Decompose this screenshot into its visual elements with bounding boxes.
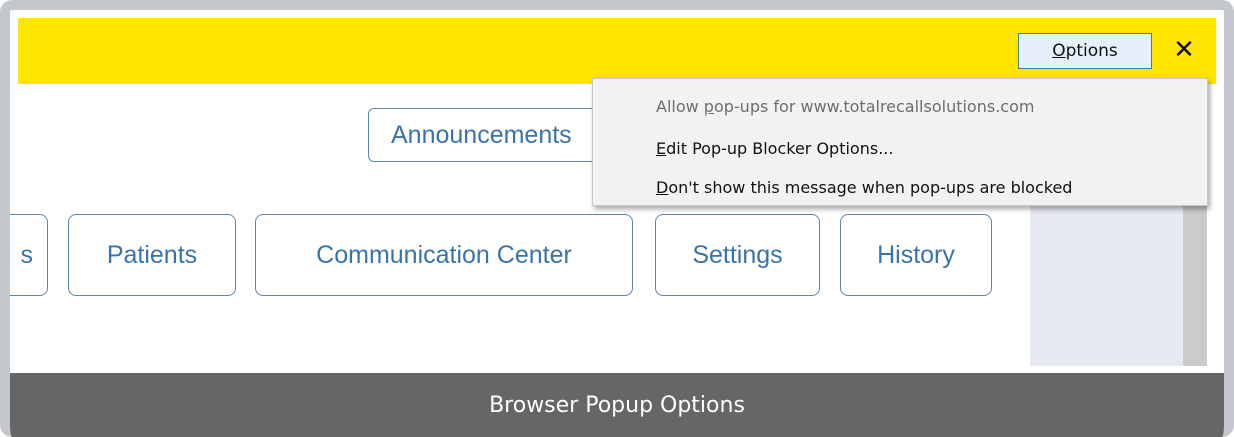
popup-blocked-notification-bar: Options ✕	[18, 18, 1216, 84]
options-button[interactable]: Options	[1018, 33, 1152, 69]
popup-options-menu: Allow pop-ups for www.totalrecallsolutio…	[592, 78, 1208, 206]
nav-history-label: History	[877, 240, 955, 269]
caption-bar: Browser Popup Options	[10, 373, 1224, 437]
menu-item-edit-blocker-options[interactable]: Edit Pop-up Blocker Options...	[656, 139, 893, 158]
announcements-label: Announcements	[391, 120, 572, 149]
nav-button-history[interactable]: History	[840, 214, 992, 296]
menu-item-text: dit Pop-up Blocker Options...	[666, 139, 894, 158]
menu-item-text: Allow	[656, 97, 704, 116]
caption-title: Browser Popup Options	[489, 392, 745, 418]
menu-item-allow-popups[interactable]: Allow pop-ups for www.totalrecallsolutio…	[656, 97, 1034, 116]
nav-button-communication-center[interactable]: Communication Center	[255, 214, 633, 296]
nav-button-patients[interactable]: Patients	[68, 214, 236, 296]
nav-communication-center-label: Communication Center	[316, 240, 572, 269]
nav-button-partial[interactable]: s	[10, 214, 48, 296]
menu-item-accel-key: D	[656, 178, 669, 197]
menu-item-text: on't show this message when pop-ups are …	[668, 178, 1073, 197]
nav-patients-label: Patients	[106, 240, 198, 269]
options-label-rest: ptions	[1065, 41, 1118, 61]
close-icon[interactable]: ✕	[1168, 30, 1200, 70]
menu-item-accel-key: p	[703, 97, 714, 116]
menu-item-dont-show-message[interactable]: Don't show this message when pop-ups are…	[656, 178, 1072, 197]
menu-item-text: op-ups for www.totalrecallsolutions.com	[713, 97, 1035, 116]
screenshot-frame: Options ✕ Announcements s Patients Commu…	[0, 0, 1234, 437]
browser-viewport: Options ✕ Announcements s Patients Commu…	[10, 10, 1224, 437]
menu-item-accel-key: E	[656, 139, 667, 158]
nav-partial-label: s	[20, 240, 34, 269]
nav-button-settings[interactable]: Settings	[655, 214, 820, 296]
nav-settings-label: Settings	[692, 240, 783, 269]
options-accel-key: O	[1052, 41, 1066, 61]
